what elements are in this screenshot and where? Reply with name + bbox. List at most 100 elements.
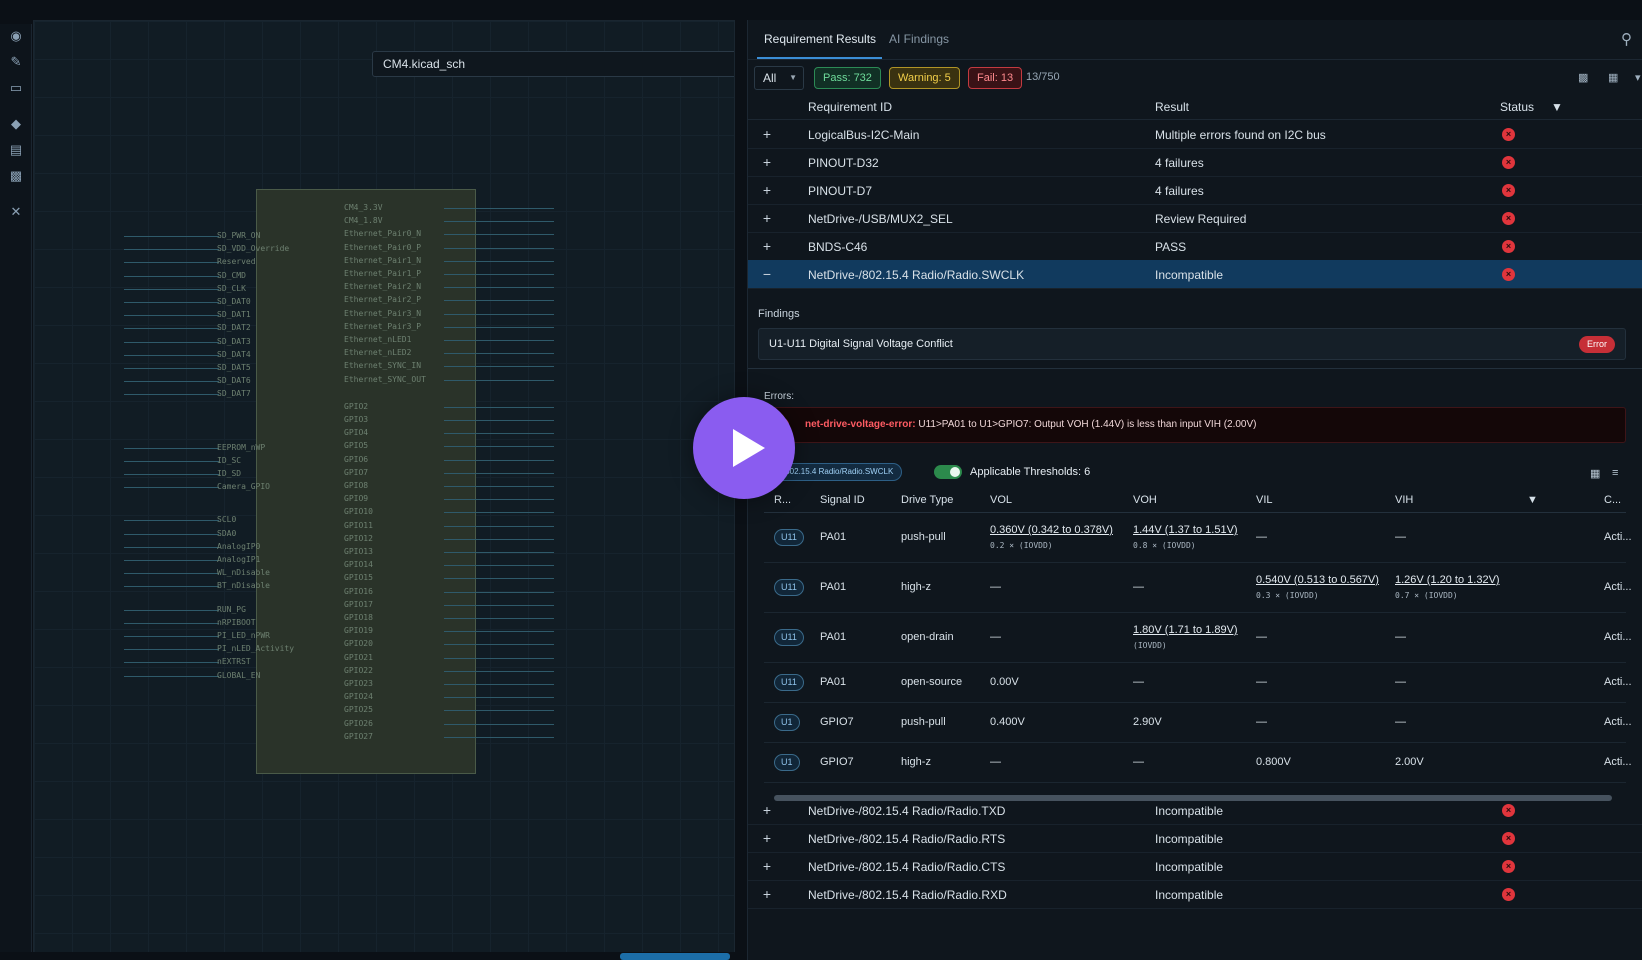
pin-wire xyxy=(124,546,219,548)
col-vol[interactable]: VOL xyxy=(990,494,1012,506)
search-icon[interactable]: ⚲ xyxy=(1621,30,1639,48)
threshold-vil[interactable]: 0.540V (0.513 to 0.567V) xyxy=(1256,574,1379,586)
pin-wire xyxy=(124,560,219,561)
col-result[interactable]: Result xyxy=(1155,100,1189,114)
col-voh[interactable]: VOH xyxy=(1133,494,1157,506)
pin-label: GPIO20 xyxy=(344,639,373,649)
col-vil[interactable]: VIL xyxy=(1256,494,1273,506)
filter-icon[interactable]: ▼ xyxy=(1527,494,1538,506)
fail-filter-pill[interactable]: Fail: 13 xyxy=(968,67,1023,89)
pin-wire xyxy=(124,487,219,489)
component-ref-chip[interactable]: U11 xyxy=(774,674,804,691)
col-signal-id[interactable]: Signal ID xyxy=(820,494,865,506)
component-ref-chip[interactable]: U1 xyxy=(774,754,800,771)
table-row[interactable]: + BNDS-C46 PASS × xyxy=(748,232,1642,261)
threshold-voh: — xyxy=(1133,581,1144,593)
pin-wire xyxy=(444,499,554,501)
threshold-vih[interactable]: 1.26V (1.20 to 1.32V) xyxy=(1395,574,1500,586)
pin-wire xyxy=(444,604,554,606)
sheet-tool-icon[interactable]: ▤ xyxy=(8,142,24,158)
pin-wire xyxy=(444,697,554,699)
col-r-[interactable]: R... xyxy=(774,494,791,506)
chevron-down-icon[interactable]: ▾ xyxy=(1635,71,1642,84)
pin-wire xyxy=(124,262,219,264)
table-row[interactable]: + NetDrive-/802.15.4 Radio/Radio.RXD Incom… xyxy=(748,880,1642,909)
bus-tool-icon[interactable]: ▩ xyxy=(8,168,24,184)
comment-icon[interactable]: ▩ xyxy=(1578,71,1592,84)
warning-filter-pill[interactable]: Warning: 5 xyxy=(889,67,960,89)
threshold-drive: push-pull xyxy=(901,531,946,543)
pin-label: Ethernet_Pair0_P xyxy=(344,242,422,252)
expand-toggle-icon[interactable]: + xyxy=(760,802,774,818)
filter-select[interactable]: All ▼ xyxy=(754,66,804,90)
threshold-row[interactable]: U11 PA01 high-z — — 0.540V (0.513 to 0.567V) 0… xyxy=(764,563,1632,613)
requirement-id: NetDrive-/802.15.4 Radio/Radio.RTS xyxy=(808,832,1006,846)
columns-icon[interactable]: ▦ xyxy=(1608,71,1622,84)
table-row[interactable]: + PINOUT-D7 4 failures × xyxy=(748,176,1642,205)
play-button[interactable] xyxy=(693,397,795,499)
expand-toggle-icon[interactable]: − xyxy=(760,266,774,282)
col-c-[interactable]: C... xyxy=(1604,494,1621,506)
filter-list-icon[interactable]: ≡ xyxy=(1612,467,1618,479)
threshold-voh[interactable]: 1.44V (1.37 to 1.51V) xyxy=(1133,524,1238,536)
pin-wire xyxy=(444,300,554,302)
tab-ai-findings[interactable]: AI Findings xyxy=(889,32,949,46)
col-requirement-id[interactable]: Requirement ID xyxy=(808,100,892,114)
expand-toggle-icon[interactable]: + xyxy=(760,858,774,874)
signal-chip[interactable]: /802.15.4 Radio/Radio.SWCLK xyxy=(774,463,903,481)
threshold-row[interactable]: U1 GPIO7 push-pull 0.400V 2.90V — — Acti... xyxy=(764,703,1632,743)
component-ref-chip[interactable]: U1 xyxy=(774,714,800,731)
threshold-voh[interactable]: 1.80V (1.71 to 1.89V) xyxy=(1133,624,1238,636)
table-row[interactable]: + NetDrive-/802.15.4 Radio/Radio.TXD Incom… xyxy=(748,796,1642,825)
file-select[interactable]: CM4.kicad_sch ▼ xyxy=(372,51,734,77)
schematic-canvas[interactable]: CM4.kicad_sch ▼ SD_PWR_ON SD_VDD_Override… xyxy=(33,20,735,954)
filter-icon[interactable]: ▼ xyxy=(1551,100,1563,114)
select-tool-icon[interactable]: ◉ xyxy=(8,28,24,44)
table-row[interactable]: + NetDrive-/USB/MUX2_SEL Review Required × xyxy=(748,204,1642,233)
component-ref-chip[interactable]: U11 xyxy=(774,629,804,646)
expand-toggle-icon[interactable]: + xyxy=(760,182,774,198)
expand-toggle-icon[interactable]: + xyxy=(760,238,774,254)
threshold-vol[interactable]: 0.360V (0.342 to 0.378V) xyxy=(990,524,1113,536)
pin-wire xyxy=(124,609,219,611)
finding-card[interactable]: U1-U11 Digital Signal Voltage Conflict E… xyxy=(758,328,1626,360)
table-row[interactable]: + NetDrive-/802.15.4 Radio/Radio.RTS Incom… xyxy=(748,824,1642,853)
component-ref-chip[interactable]: U11 xyxy=(774,529,804,546)
table-row[interactable]: + NetDrive-/802.15.4 Radio/Radio.CTS Incom… xyxy=(748,852,1642,881)
pin-label: SD_DAT3 xyxy=(217,336,251,346)
threshold-row[interactable]: U11 PA01 push-pull 0.360V (0.342 to 0.378V)… xyxy=(764,513,1632,563)
columns-icon[interactable]: ▦ xyxy=(1590,467,1600,480)
wire-tool-icon[interactable]: ▭ xyxy=(8,80,24,96)
pin-wire xyxy=(444,287,554,289)
tab-requirement-results[interactable]: Requirement Results xyxy=(764,32,876,46)
table-row[interactable]: + PINOUT-D32 4 failures × xyxy=(748,148,1642,177)
expand-toggle-icon[interactable]: + xyxy=(760,830,774,846)
col-vih[interactable]: VIH xyxy=(1395,494,1413,506)
col-drive-type[interactable]: Drive Type xyxy=(901,494,953,506)
expand-toggle-icon[interactable]: + xyxy=(760,210,774,226)
component-tool-icon[interactable]: ◆ xyxy=(8,116,24,132)
pass-filter-pill[interactable]: Pass: 732 xyxy=(814,67,881,89)
expand-toggle-icon[interactable]: + xyxy=(760,154,774,170)
expand-toggle-icon[interactable]: + xyxy=(760,886,774,902)
threshold-row[interactable]: U11 PA01 open-drain — 1.80V (1.71 to 1.89V) (… xyxy=(764,613,1632,663)
fail-x-icon: × xyxy=(1502,240,1515,253)
pin-label: Ethernet_Pair1_N xyxy=(344,255,422,265)
col-status[interactable]: Status xyxy=(1500,100,1534,114)
pin-wire xyxy=(444,326,554,328)
threshold-row[interactable]: U1 GPIO7 high-z — — 0.800V 2.00V Acti... xyxy=(764,743,1632,783)
table-row[interactable]: − NetDrive-/802.15.4 Radio/Radio.SWCLK Inc… xyxy=(748,260,1642,289)
component-ref-chip[interactable]: U11 xyxy=(774,579,804,596)
pin-label: GPIO15 xyxy=(344,573,373,583)
thresholds-toggle[interactable] xyxy=(934,465,962,479)
pencil-tool-icon[interactable]: ✎ xyxy=(8,54,24,70)
pin-label: SD_PWR_ON xyxy=(217,231,261,240)
close-tool-icon[interactable]: ✕ xyxy=(8,204,24,220)
expand-toggle-icon[interactable]: + xyxy=(760,126,774,142)
pin-label: Ethernet_nLED2 xyxy=(344,348,412,358)
threshold-sig: PA01 xyxy=(820,676,847,688)
threshold-voh: — xyxy=(1133,676,1144,688)
threshold-row[interactable]: U11 PA01 open-source 0.00V — — — Acti... xyxy=(764,663,1632,703)
selected-net-chip[interactable] xyxy=(620,953,730,960)
table-row[interactable]: + LogicalBus-I2C-Main Multiple errors foun… xyxy=(748,120,1642,149)
